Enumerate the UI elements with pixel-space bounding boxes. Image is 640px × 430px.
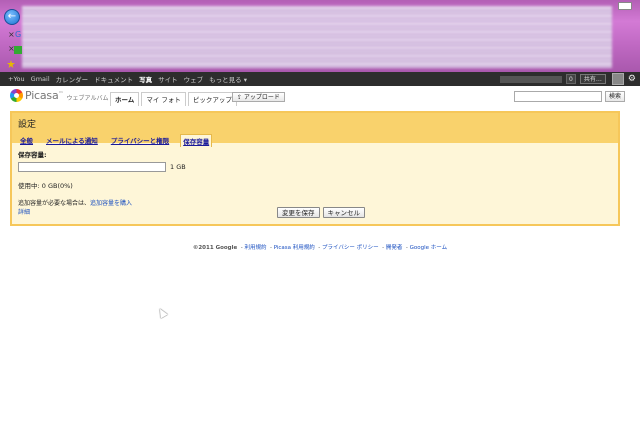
gbar-item-photos[interactable]: 写真 [139,74,152,84]
buy-storage-link[interactable]: 追加容量を購入 [90,200,132,207]
action-buttons: 変更を保存 キャンセル [277,207,368,218]
tab-storage[interactable]: 保存容量 [180,134,213,147]
gbar-item-documents[interactable]: ドキュメント [94,74,133,84]
usage-text: 使用中: 0 GB(0%) [18,182,73,190]
footer-link-developers[interactable]: 開発者 [386,245,403,251]
gbar-item-sites[interactable]: サイト [158,74,178,84]
tab-email-notifications[interactable]: メールによる通知 [44,134,100,147]
storage-row: 1 GB [18,162,612,172]
buy-storage-prefix: 追加容量が必要な場合は、 [18,200,91,207]
storage-unit: 1 GB [170,163,186,171]
tab-favicon-icon [14,46,22,54]
notification-count[interactable]: 0 [565,74,576,84]
picasa-header: Picasa ™ ウェブアルバム ホーム マイ フォト ピックアップ ⇪ アップ… [0,86,640,108]
share-button[interactable]: 共有… [579,74,606,84]
tab-pickup[interactable]: ピックアップ [187,92,237,106]
star-icon[interactable] [7,60,15,68]
gbar-item-calendar[interactable]: カレンダー [56,74,89,84]
gbar-account-area: 0 共有… ⚙ [499,73,636,85]
footer-link-terms[interactable]: 利用規約 [244,245,266,251]
tab-privacy-permissions[interactable]: プライバシーと権限 [109,134,171,147]
tab-strip: × G × [2,24,22,72]
gbar-item-plus-you[interactable]: +You [8,75,25,83]
logo-subtitle: ウェブアルバム [66,94,109,102]
buy-storage-line: 追加容量が必要な場合は、追加容量を購入 [18,198,612,207]
storage-label: 保存容量: [18,151,47,159]
cancel-button[interactable]: キャンセル [322,207,365,218]
search-input[interactable] [514,91,602,102]
search-button[interactable]: 検索 [605,91,626,102]
gear-icon[interactable]: ⚙ [628,74,636,84]
avatar[interactable] [611,73,624,85]
tab-home[interactable]: ホーム [110,92,140,106]
settings-panel: 設定 全般 メールによる通知 プライバシーと権限 保存容量 保存容量: 1 GB… [10,111,620,226]
footer: ©2011 Google - 利用規約 - Picasa 利用規約 - プライバ… [192,245,448,251]
tab-label[interactable]: G [15,30,21,39]
gbar-item-gmail[interactable]: Gmail [31,75,50,83]
mouse-cursor-icon [156,306,168,319]
gbar-item-more[interactable]: もっと見る ▾ [209,74,247,84]
logo-trademark: ™ [58,90,64,97]
main-nav: ホーム マイ フォト ピックアップ [110,92,239,106]
page-title: 設定 [18,120,37,130]
storage-field[interactable] [18,162,166,172]
obscured-toolbar [22,6,612,68]
logo-text: Picasa [25,89,59,102]
save-button[interactable]: 変更を保存 [277,207,320,218]
google-bar: +You Gmail カレンダー ドキュメント 写真 サイト ウェブ もっと見る… [0,72,640,86]
footer-link-google-home[interactable]: Google ホーム [410,245,447,251]
footer-link-picasa-terms[interactable]: Picasa 利用規約 [274,245,315,251]
account-name[interactable] [499,75,562,83]
gbar-item-web[interactable]: ウェブ [184,74,204,84]
picasa-logo[interactable]: Picasa ™ ウェブアルバム [10,89,108,102]
picasa-logo-icon [10,89,23,102]
upload-button[interactable]: ⇪ アップロード [232,92,285,102]
back-arrow-icon[interactable]: ← [4,9,20,25]
window-control[interactable] [618,2,632,10]
tab-close-icon[interactable]: × [8,30,15,39]
settings-header: 設定 全般 メールによる通知 プライバシーと権限 保存容量 [12,113,618,147]
browser-chrome: ← × G × [0,0,640,72]
footer-link-privacy[interactable]: プライバシー ポリシー [322,245,379,251]
tab-my-photos[interactable]: マイ フォト [141,92,186,106]
tab-general[interactable]: 全般 [18,134,35,147]
copyright: ©2011 Google [192,245,238,251]
